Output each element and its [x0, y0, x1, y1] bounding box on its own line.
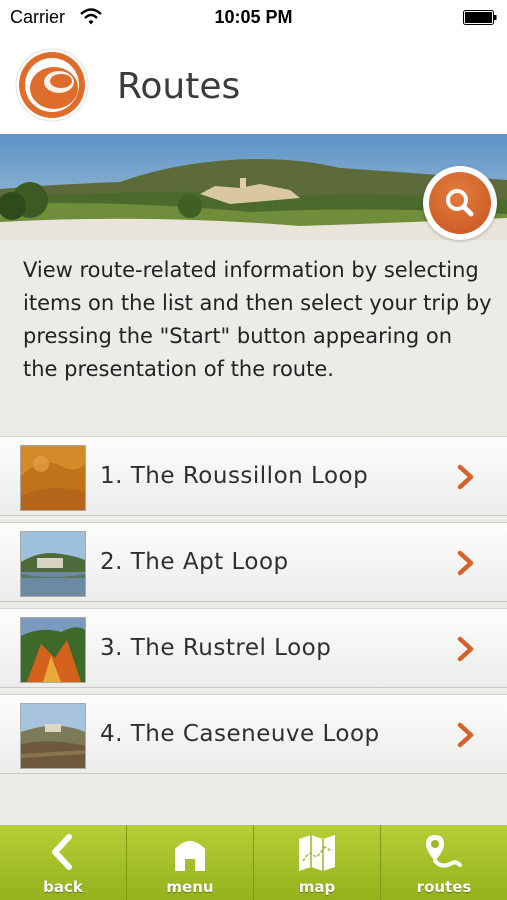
back-arrow-icon — [52, 834, 72, 870]
route-label: 2. The Apt Loop — [100, 549, 289, 575]
route-thumbnail — [20, 531, 86, 597]
tab-bar: back menu map routes — [0, 825, 507, 900]
route-label: 1. The Roussillon Loop — [100, 463, 369, 489]
battery-icon — [463, 10, 497, 25]
tab-map[interactable]: map — [254, 825, 381, 900]
route-thumbnail — [20, 617, 86, 683]
home-icon — [175, 841, 205, 871]
status-bar: Carrier 10:05 PM — [0, 0, 507, 36]
route-label: 3. The Rustrel Loop — [100, 635, 332, 661]
route-list: 1. The Roussillon Loop 2. The Apt Loop 3… — [0, 436, 507, 780]
route-label: 4. The Caseneuve Loop — [100, 721, 380, 747]
route-pin-icon — [426, 835, 462, 868]
route-thumbnail — [20, 445, 86, 511]
clock: 10:05 PM — [214, 7, 293, 27]
chevron-right-icon — [457, 636, 474, 662]
intro-text: View route-related information by select… — [23, 258, 492, 381]
tab-map-label: map — [298, 878, 336, 896]
route-thumbnail — [20, 703, 86, 769]
chevron-right-icon — [457, 550, 474, 576]
page-title: Routes — [117, 66, 241, 107]
tab-menu-label: menu — [166, 878, 214, 896]
tab-routes-label: routes — [416, 878, 472, 896]
search-button[interactable] — [423, 166, 497, 240]
chevron-right-icon — [457, 464, 474, 490]
search-icon — [446, 189, 474, 217]
route-item-caseneuve[interactable]: 4. The Caseneuve Loop — [0, 694, 507, 774]
tab-back-label: back — [43, 878, 83, 896]
tab-routes[interactable]: routes — [381, 825, 507, 900]
map-icon — [299, 835, 335, 871]
route-item-rustrel[interactable]: 3. The Rustrel Loop — [0, 608, 507, 688]
tab-back[interactable]: back — [0, 825, 127, 900]
chevron-right-icon — [457, 722, 474, 748]
route-item-roussillon[interactable]: 1. The Roussillon Loop — [0, 436, 507, 516]
route-item-apt[interactable]: 2. The Apt Loop — [0, 522, 507, 602]
app-logo[interactable] — [15, 48, 89, 122]
header: Routes — [0, 36, 507, 134]
tab-menu[interactable]: menu — [127, 825, 254, 900]
